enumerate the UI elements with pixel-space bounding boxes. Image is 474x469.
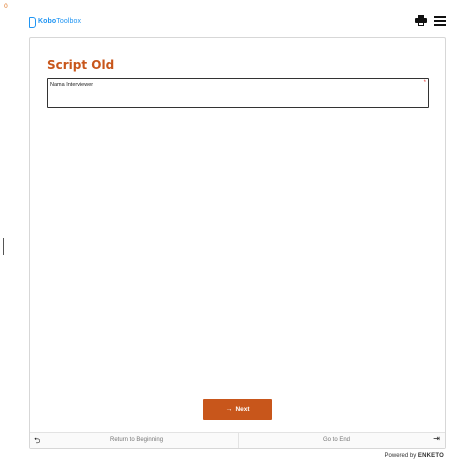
powered-by-text: Powered by (384, 453, 417, 459)
bottom-navigation: ⮌ Return to Beginning Go to End ⇥ (30, 432, 445, 448)
enketo-brand[interactable]: ENKETO (418, 453, 444, 459)
return-label: Return to Beginning (110, 437, 164, 443)
logo-wordmark: KoboToolbox (38, 17, 82, 25)
required-marker: * (423, 80, 426, 86)
form-title: Script Old (47, 58, 115, 72)
corner-counter: 0 (4, 3, 8, 10)
next-label: Next (235, 406, 250, 413)
hamburger-menu-icon[interactable] (434, 16, 446, 26)
question-nama-interviewer[interactable]: Nama Interviewer * (47, 78, 429, 108)
kobotoolbox-logo[interactable]: KoboToolbox (29, 15, 82, 28)
next-button[interactable]: → Next (203, 399, 272, 420)
go-to-end-label: Go to End (323, 437, 351, 443)
return-to-beginning-button[interactable]: ⮌ Return to Beginning (30, 433, 239, 448)
kobo-logo-icon (29, 16, 36, 28)
skip-to-end-icon: ⇥ (433, 434, 440, 443)
arrow-right-icon: → (225, 406, 233, 413)
top-bar: KoboToolbox (29, 12, 447, 32)
question-label: Nama Interviewer (50, 82, 94, 88)
powered-by-footer: Powered by ENKETO (385, 453, 444, 459)
form-container: Script Old Nama Interviewer * → Next ⮌ R… (29, 37, 446, 449)
go-to-end-button[interactable]: Go to End ⇥ (239, 433, 445, 448)
text-cursor (3, 238, 4, 255)
printer-icon[interactable] (415, 15, 427, 26)
return-arrow-icon: ⮌ (34, 436, 41, 445)
